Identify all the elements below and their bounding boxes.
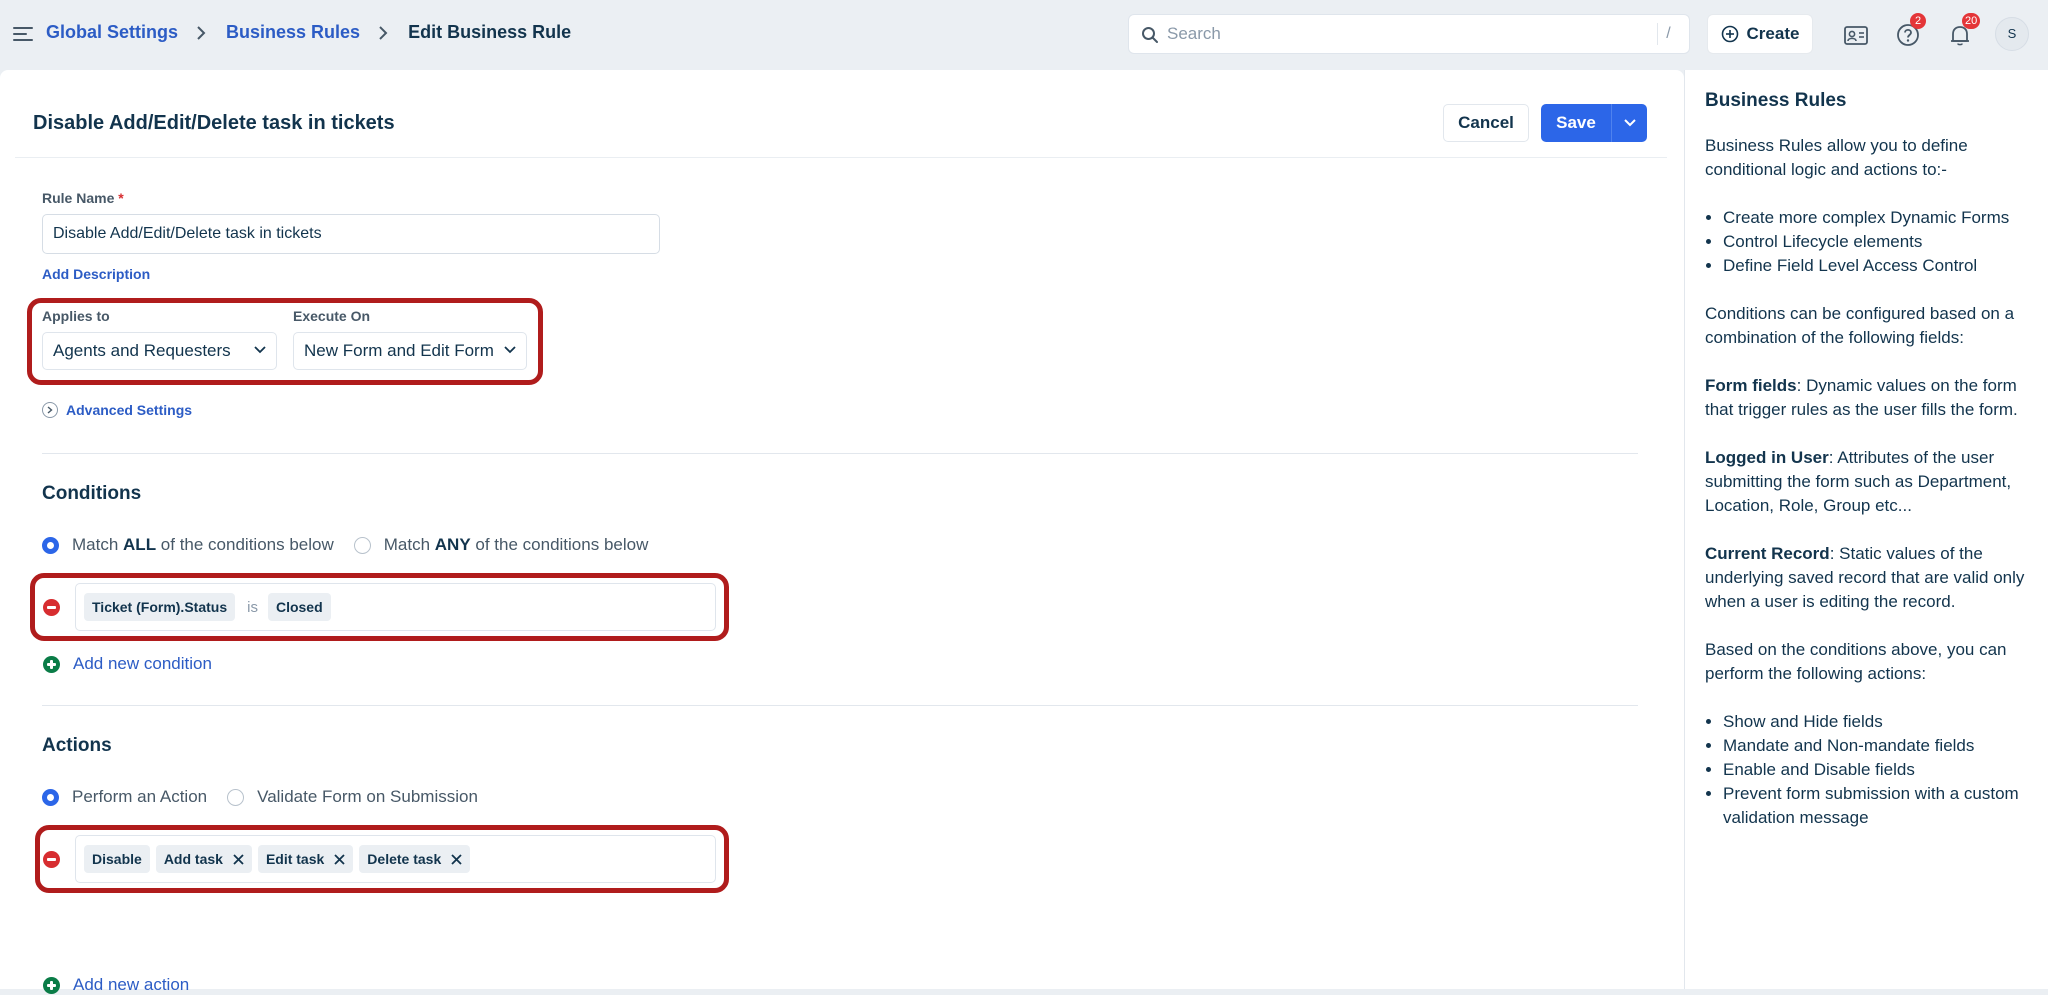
action-target-chip[interactable]: Edit task xyxy=(257,845,354,873)
match-any-label[interactable]: Match ANY of the conditions below xyxy=(384,535,649,555)
rule-name-label: Rule Name * xyxy=(42,190,124,206)
execute-on-label: Execute On xyxy=(293,308,371,324)
side-conditions-text: Conditions can be configured based on a … xyxy=(1705,304,2015,347)
action-target-label: Edit task xyxy=(265,851,325,867)
actions-mode-options: Perform an Action Validate Form on Submi… xyxy=(42,787,478,807)
side-current-record: Current Record: Static values of the und… xyxy=(1705,544,2025,611)
validate-form-radio[interactable] xyxy=(227,788,245,806)
advanced-settings-label: Advanced Settings xyxy=(66,402,193,418)
side-intro: Business Rules allow you to define condi… xyxy=(1705,136,1968,179)
add-description-link[interactable]: Add Description xyxy=(42,266,150,282)
help-button[interactable]: 2 xyxy=(1896,13,1926,48)
breadcrumb-current: Edit Business Rule xyxy=(408,22,572,42)
side-form-fields: Form fields: Dynamic values on the form … xyxy=(1705,376,2018,419)
applies-to-value: Agents and Requesters xyxy=(53,341,231,360)
required-marker: * xyxy=(118,190,124,206)
list-item: Enable and Disable fields xyxy=(1723,758,2035,782)
add-condition-icon[interactable] xyxy=(43,656,60,673)
action-target-label: Delete task xyxy=(367,851,442,867)
list-item: Control Lifecycle elements xyxy=(1723,230,2035,254)
side-logged-user: Logged in User: Attributes of the user s… xyxy=(1705,448,2012,515)
side-actions-text: Based on the conditions above, you can p… xyxy=(1705,640,2007,683)
action-target-chip[interactable]: Delete task xyxy=(359,845,471,873)
side-panel-title: Business Rules xyxy=(1705,90,1847,111)
chevron-down-icon xyxy=(1623,119,1636,127)
rule-name-label-text: Rule Name xyxy=(42,190,115,206)
chevron-down-icon xyxy=(254,346,266,354)
save-button[interactable]: Save xyxy=(1541,104,1611,142)
divider xyxy=(42,453,1638,454)
chevron-right-icon xyxy=(196,25,210,40)
side-actions-list: Show and Hide fields Mandate and Non-man… xyxy=(1723,710,2035,830)
perform-action-label[interactable]: Perform an Action xyxy=(72,787,207,807)
main-content: Disable Add/Edit/Delete task in tickets … xyxy=(0,70,1684,994)
top-bar: Global Settings Business Rules Edit Busi… xyxy=(0,0,2048,70)
close-icon[interactable] xyxy=(451,853,462,865)
condition-row[interactable]: Ticket (Form).Status is Closed xyxy=(75,583,716,631)
validate-form-label[interactable]: Validate Form on Submission xyxy=(257,787,478,807)
help-badge: 2 xyxy=(1910,13,1926,29)
close-icon[interactable] xyxy=(334,853,345,865)
action-row[interactable]: Disable Add task Edit task Delete task xyxy=(75,835,716,883)
condition-value-chip[interactable]: Closed xyxy=(267,593,331,621)
divider xyxy=(15,157,1667,158)
perform-action-radio[interactable] xyxy=(42,788,59,806)
breadcrumb-global-settings[interactable]: Global Settings xyxy=(46,22,178,43)
chevron-down-icon xyxy=(504,346,516,354)
list-item: Mandate and Non-mandate fields xyxy=(1723,734,2035,758)
action-target-chip[interactable]: Add task xyxy=(155,845,252,873)
breadcrumb: Global Settings Business Rules Edit Busi… xyxy=(46,22,571,43)
create-label: Create xyxy=(1746,24,1800,43)
add-new-condition-link[interactable]: Add new condition xyxy=(73,654,212,674)
hamburger-menu-icon[interactable] xyxy=(12,24,34,44)
match-any-radio[interactable] xyxy=(353,536,371,554)
create-button[interactable]: Create xyxy=(1707,14,1813,54)
global-search: / xyxy=(1128,14,1690,54)
notifications-badge: 20 xyxy=(1962,13,1981,29)
side-panel-body: Business Rules allow you to define condi… xyxy=(1705,134,2035,854)
condition-operator[interactable]: is xyxy=(247,599,258,616)
help-side-panel: Business Rules Business Rules allow you … xyxy=(1684,70,2048,989)
save-button-group: Save xyxy=(1541,104,1647,142)
rule-name-input[interactable] xyxy=(42,214,660,254)
breadcrumb-business-rules[interactable]: Business Rules xyxy=(226,22,360,43)
save-options-button[interactable] xyxy=(1611,104,1647,142)
actions-title: Actions xyxy=(42,735,112,756)
cancel-button[interactable]: Cancel xyxy=(1443,104,1529,142)
notifications-button[interactable]: 20 xyxy=(1948,13,1981,48)
add-action-icon[interactable] xyxy=(43,977,60,994)
action-type-chip[interactable]: Disable xyxy=(84,845,150,873)
match-all-radio[interactable] xyxy=(42,536,59,554)
conditions-match-options: Match ALL of the conditions below Match … xyxy=(42,535,648,555)
execute-on-select[interactable]: New Form and Edit Form xyxy=(293,332,527,370)
list-item: Prevent form submission with a custom va… xyxy=(1723,782,2035,830)
execute-on-value: New Form and Edit Form xyxy=(304,341,494,360)
advanced-settings-toggle[interactable]: Advanced Settings xyxy=(42,402,192,418)
list-item: Define Field Level Access Control xyxy=(1723,254,2035,278)
search-input[interactable] xyxy=(1167,15,1637,53)
applies-to-select[interactable]: Agents and Requesters xyxy=(42,332,277,370)
add-new-action-link[interactable]: Add new action xyxy=(73,975,189,995)
close-icon[interactable] xyxy=(233,853,244,865)
side-intro-list: Create more complex Dynamic Forms Contro… xyxy=(1723,206,2035,278)
list-item: Create more complex Dynamic Forms xyxy=(1723,206,2035,230)
chevron-right-icon xyxy=(378,25,392,40)
match-all-label[interactable]: Match ALL of the conditions below xyxy=(72,535,334,555)
search-shortcut-hint: / xyxy=(1657,23,1679,45)
remove-condition-icon[interactable] xyxy=(43,599,60,616)
divider xyxy=(42,705,1638,706)
contact-card-icon[interactable] xyxy=(1843,22,1869,48)
action-target-label: Add task xyxy=(163,851,223,867)
chevron-right-circle-icon xyxy=(42,402,58,418)
page-title: Disable Add/Edit/Delete task in tickets xyxy=(33,112,395,134)
avatar[interactable]: S xyxy=(1995,17,2029,51)
list-item: Show and Hide fields xyxy=(1723,710,2035,734)
condition-field-chip[interactable]: Ticket (Form).Status xyxy=(84,593,236,621)
applies-to-label: Applies to xyxy=(42,308,110,324)
plus-circle-icon xyxy=(1721,25,1738,43)
search-icon xyxy=(1142,27,1158,43)
conditions-title: Conditions xyxy=(42,483,142,504)
remove-action-icon[interactable] xyxy=(43,851,60,868)
